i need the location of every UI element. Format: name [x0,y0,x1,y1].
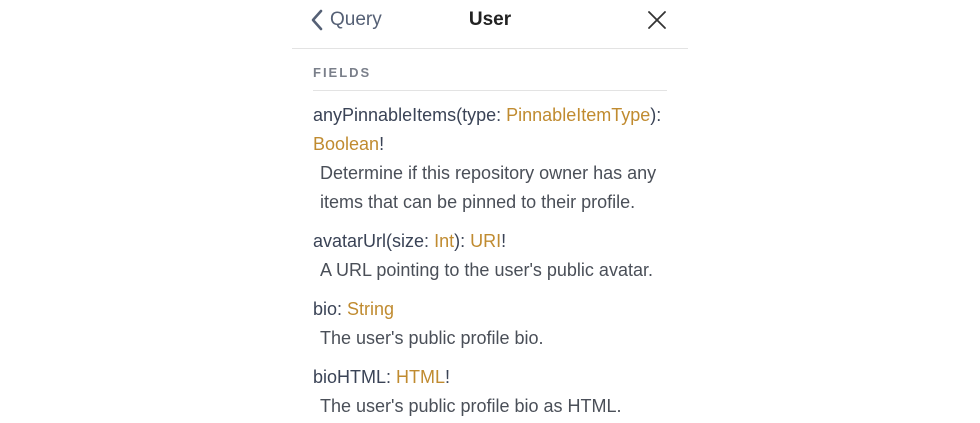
nonnull-marker: ! [501,231,507,251]
arg-type-link[interactable]: Int [434,231,454,251]
field-description: The user's public profile bio. [320,328,544,348]
doc-explorer-panel: Query User FIELDS anyPinnableItems(type:… [292,0,688,423]
field-item: bio: String The user's public profile bi… [313,295,667,353]
colon: : [424,231,435,251]
field-signature: avatarUrl(size: Int): URI! [313,227,667,256]
field-signature: bioHTML: HTML! [313,363,667,392]
arg-name: size [392,231,425,251]
colon: : [386,367,397,387]
paren-close: ): [650,105,662,125]
colon: : [496,105,507,125]
doc-explorer-header: Query User [292,0,688,49]
chevron-left-icon [311,9,323,31]
fields-section: FIELDS anyPinnableItems(type: PinnableIt… [292,49,688,421]
back-button[interactable]: Query [310,8,382,32]
field-name-link[interactable]: avatarUrl [313,231,386,251]
return-type-link[interactable]: URI [470,231,501,251]
colon: : [337,299,348,319]
return-type-link[interactable]: Boolean [313,134,379,154]
nonnull-marker: ! [379,134,385,154]
paren-close: ): [454,231,471,251]
field-description: The user's public profile bio as HTML. [320,396,622,416]
close-button[interactable] [646,9,668,31]
section-title: FIELDS [313,49,667,91]
field-signature: bio: String [313,295,667,324]
field-description: A URL pointing to the user's public avat… [320,260,653,280]
field-item: anyPinnableItems(type: PinnableItemType)… [313,101,667,217]
return-type-link[interactable]: String [347,299,394,319]
field-description: Determine if this repository owner has a… [320,163,657,212]
back-button-label: Query [330,9,382,30]
field-name-link[interactable]: bioHTML [313,367,386,387]
field-signature: anyPinnableItems(type: PinnableItemType)… [313,101,667,159]
field-item: bioHTML: HTML! The user's public profile… [313,363,667,421]
arg-name: type [462,105,497,125]
arg-type-link[interactable]: PinnableItemType [506,105,650,125]
nonnull-marker: ! [445,367,451,387]
close-icon [648,11,666,29]
field-item: avatarUrl(size: Int): URI! A URL pointin… [313,227,667,285]
field-name-link[interactable]: bio [313,299,337,319]
return-type-link[interactable]: HTML [396,367,445,387]
field-name-link[interactable]: anyPinnableItems [313,105,456,125]
